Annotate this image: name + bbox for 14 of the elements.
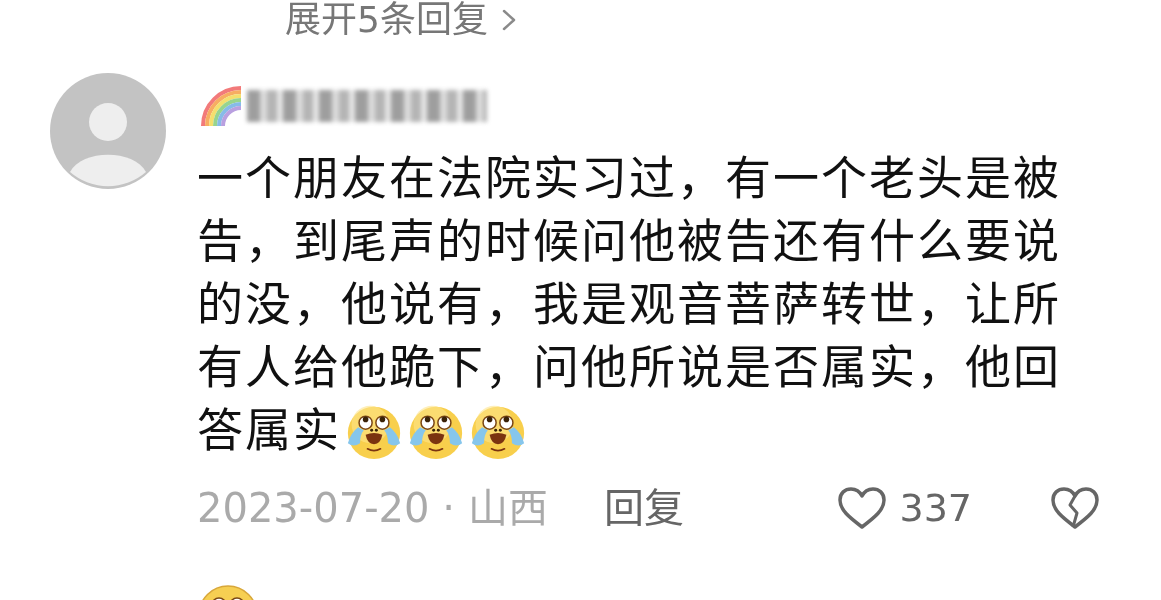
comment-text-line: 一个朋友在法院实习过，有一个老头是被 [197,150,1061,207]
chevron-right-icon [501,9,516,31]
comment-text-line: 答属实 [197,402,341,459]
comment-text-line: 告，到尾声的时候问他被告还有什么要说 [197,213,1061,270]
expand-replies-link[interactable]: 展开5条回复 [285,0,488,40]
broken-heart-icon[interactable] [1050,486,1100,530]
laughing-tears-emoji-icon [345,403,403,460]
like-button[interactable]: 337 [837,483,972,533]
comment-text-line: 的没，他说有，我是观音菩萨转世，让所 [197,276,1061,333]
comment-text-line: 有人给他跪下，问他所说是否属实，他回 [197,339,1061,396]
laughing-tears-emoji-icon [469,403,527,460]
date-location: 2023-07-20 · 山西 [197,484,548,533]
laughing-tears-emoji-icon [407,403,465,460]
reply-link[interactable]: 回复 [603,483,684,533]
